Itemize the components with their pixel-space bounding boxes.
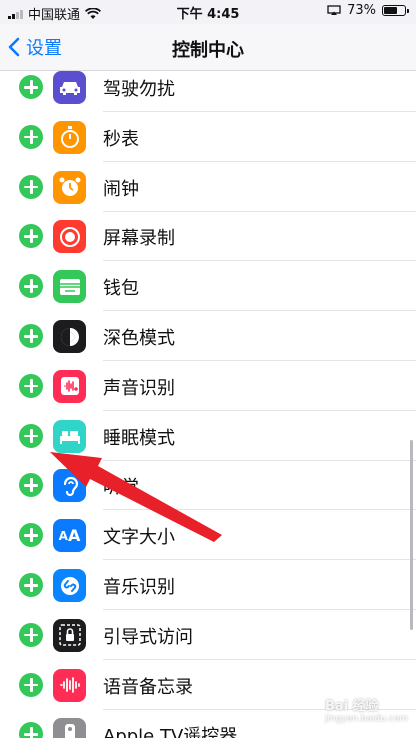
list-item: 驾驶勿扰 — [0, 71, 416, 112]
list-item: 钱包 — [0, 262, 416, 312]
item-label: Apple TV遥控器 — [103, 726, 238, 738]
navigation-bar: 设置 控制中心 — [0, 24, 416, 71]
watermark: Bai 经验 jingyan.baidu.com — [325, 695, 408, 724]
item-label: 语音备忘录 — [103, 676, 193, 698]
battery-percent: 73% — [347, 3, 376, 18]
add-icon[interactable] — [19, 324, 43, 348]
item-label: 闹钟 — [103, 178, 139, 200]
item-label: 声音识别 — [103, 377, 175, 399]
dark-mode-icon — [53, 320, 86, 353]
watermark-sub: jingyan.baidu.com — [324, 714, 408, 724]
add-icon[interactable] — [19, 373, 43, 398]
list-item: 秒表 — [0, 113, 416, 162]
item-label: 钱包 — [103, 278, 139, 300]
list-item: 闹钟 — [0, 163, 416, 212]
add-icon[interactable] — [19, 722, 43, 738]
item-label: 屏幕录制 — [103, 228, 175, 250]
list-item: 音乐识别 — [0, 561, 416, 610]
bed-icon — [53, 419, 86, 453]
sound-recognition-icon — [53, 369, 86, 403]
lock-icon — [53, 618, 86, 652]
list-item: 听觉 — [0, 461, 416, 511]
add-icon[interactable] — [19, 274, 43, 299]
more-controls-list: 驾驶勿扰秒表闹钟屏幕录制钱包深色模式声音识别睡眠模式听觉 A A 文字大小音乐识别引导… — [0, 71, 416, 738]
add-icon[interactable] — [19, 573, 43, 597]
add-icon[interactable] — [19, 523, 43, 548]
add-icon[interactable] — [19, 174, 43, 199]
page-title: 控制中心 — [172, 40, 244, 61]
add-icon[interactable] — [19, 75, 43, 99]
item-label: 文字大小 — [103, 527, 175, 549]
item-label: 听觉 — [103, 477, 139, 499]
add-icon[interactable] — [19, 622, 43, 647]
ear-icon — [53, 469, 86, 503]
item-label: 秒表 — [103, 128, 139, 150]
list-item: 睡眠模式 — [0, 412, 416, 461]
scrollbar[interactable] — [410, 440, 413, 630]
car-icon — [53, 71, 86, 104]
item-label: 引导式访问 — [103, 626, 193, 648]
text-size-icon: AA — [53, 519, 86, 553]
list-item: 引导式访问 — [0, 611, 416, 660]
status-bar: 中国联通 下午 4:45 73% — [0, 0, 416, 24]
list-item: 声音识别 — [0, 362, 416, 411]
voice-memo-icon — [53, 668, 86, 702]
add-icon[interactable] — [19, 473, 43, 498]
wallet-icon — [53, 270, 86, 304]
list-item: 深色模式 — [0, 312, 416, 361]
list-item: 屏幕录制 — [0, 212, 416, 262]
tv-remote-icon — [53, 718, 86, 738]
shazam-icon — [53, 569, 86, 602]
add-icon[interactable] — [19, 224, 43, 249]
screen-mirroring-icon — [327, 5, 341, 15]
item-label: 睡眠模式 — [103, 427, 175, 449]
add-icon[interactable] — [19, 672, 43, 697]
stopwatch-icon — [53, 120, 86, 154]
screen-record-icon — [53, 220, 86, 254]
battery-icon — [382, 5, 409, 16]
item-label: 驾驶勿扰 — [103, 79, 175, 100]
list-item: A A 文字大小 — [0, 511, 416, 561]
item-label: 深色模式 — [103, 328, 175, 349]
item-label: 音乐识别 — [103, 577, 175, 598]
add-icon[interactable] — [19, 423, 43, 448]
alarm-clock-icon — [53, 170, 86, 204]
add-icon[interactable] — [19, 124, 43, 149]
watermark-text: Bai 经验 — [324, 699, 379, 714]
